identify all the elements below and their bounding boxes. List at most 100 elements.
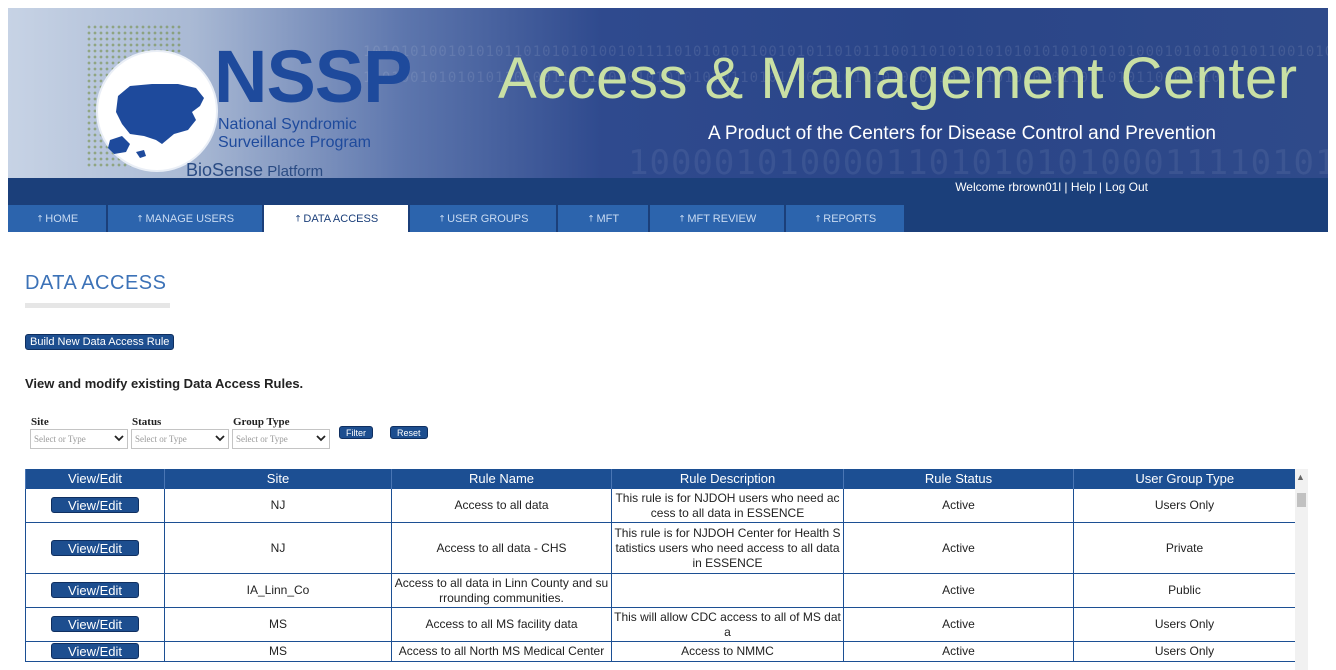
rule-status-cell: Active [843,573,1074,608]
arrow-icon: ↖ [811,211,825,225]
column-header: User Group Type [1073,469,1295,489]
group-type-select[interactable]: Select or Type [232,429,330,449]
site-subtitle: A Product of the Centers for Disease Con… [708,123,1216,144]
user-links: Welcome rbrown01l | Help | Log Out [955,180,1148,194]
view-edit-cell: View/Edit [25,573,165,608]
view-edit-button[interactable]: View/Edit [51,616,139,632]
view-edit-cell: View/Edit [25,641,165,662]
logout-link[interactable]: Log Out [1105,180,1148,194]
table-row: View/Edit NJ Access to all data This rul… [25,488,1295,523]
tab-mft-review[interactable]: ↖ MFT REVIEW [650,205,784,232]
tab-reports[interactable]: ↖ REPORTS [786,205,904,232]
rule-description-cell: Access to NMMC [611,641,844,662]
rule-description-cell: This will allow CDC access to all of MS … [611,607,844,642]
table-row: View/Edit NJ Access to all data - CHS Th… [25,522,1295,574]
tab-label: REPORTS [823,212,877,225]
view-edit-button[interactable]: View/Edit [51,582,139,598]
table-scrollbar[interactable]: ▲ [1295,469,1308,670]
site-filter-label: Site [31,416,49,428]
table-header-row: View/Edit Site Rule Name Rule Descriptio… [25,469,1295,489]
rule-description-cell: This rule is for NJDOH users who need ac… [611,488,844,523]
table-row: View/Edit IA_Linn_Co Access to all data … [25,573,1295,608]
rule-name-cell: Access to all North MS Medical Center [391,641,612,662]
group-type-cell: Users Only [1073,641,1295,662]
status-filter-label: Status [132,416,162,428]
view-edit-button[interactable]: View/Edit [51,539,139,556]
arrow-icon: ↖ [584,211,598,225]
tab-data-access[interactable]: ↖ DATA ACCESS [264,205,408,232]
rule-status-cell: Active [843,641,1074,662]
title-underline [25,303,170,308]
rule-description-cell: This rule is for NJDOH Center for Health… [611,522,844,574]
arrow-icon: ↖ [675,211,689,225]
column-header: Rule Name [391,469,612,489]
separator: | [1095,180,1106,194]
column-header: Rule Status [843,469,1074,489]
logo-subtitle: National Syndromic Surveillance Program [218,116,371,152]
rules-table-container[interactable]: View/Edit Site Rule Name Rule Descriptio… [25,469,1295,670]
column-header: Site [164,469,392,489]
tab-mft[interactable]: ↖ MFT [558,205,648,232]
group-type-cell: Users Only [1073,488,1295,523]
platform-name: BioSense [186,160,264,178]
arrow-icon: ↖ [33,211,47,225]
rule-description-cell [611,573,844,608]
view-edit-cell: View/Edit [25,607,165,642]
group-type-cell: Public [1073,573,1295,608]
chevron-down-icon [215,435,225,442]
site-cell: NJ [164,522,392,574]
page-title: DATA ACCESS [25,272,167,294]
site-title: Access & Management Center [498,46,1298,111]
tab-label: MANAGE USERS [145,212,235,225]
us-map-icon [108,84,204,158]
scrollbar-thumb[interactable] [1297,493,1306,507]
status-select[interactable]: Select or Type [131,429,229,449]
logo-subtitle-line1: National Syndromic [218,116,357,133]
site-cell: NJ [164,488,392,523]
main-nav: Welcome rbrown01l | Help | Log Out ↖ HOME… [8,178,1328,232]
view-edit-button[interactable]: View/Edit [51,643,139,659]
tab-label: MFT [596,212,620,225]
reset-button[interactable]: Reset [390,426,428,439]
welcome-text: Welcome rbrown01l [955,180,1062,194]
rule-name-cell: Access to all data in Linn County and su… [391,573,612,608]
rule-name-cell: Access to all MS facility data [391,607,612,642]
tab-home[interactable]: ↖ HOME [8,205,106,232]
view-edit-cell: View/Edit [25,488,165,523]
view-edit-button[interactable]: View/Edit [51,497,139,513]
scroll-up-icon[interactable]: ▲ [1296,472,1305,482]
rule-name-cell: Access to all data - CHS [391,522,612,574]
group-type-cell: Users Only [1073,607,1295,642]
binary-pattern: 1000010100001101010101000111101010 [628,143,1328,178]
group-type-select-placeholder: Select or Type [236,434,288,444]
logo-wordmark: NSSP [214,35,413,118]
arrow-icon: ↖ [435,211,448,225]
rule-name-cell: Access to all data [391,488,612,523]
filter-button[interactable]: Filter [339,426,373,439]
platform-label: BioSense Platform [186,160,323,178]
site-select[interactable]: Select or Type [30,429,128,449]
table-row: View/Edit MS Access to all MS facility d… [25,607,1295,642]
column-header: View/Edit [25,469,165,489]
group-type-filter-label: Group Type [233,416,290,428]
table-row: View/Edit MS Access to all North MS Medi… [25,641,1295,662]
section-heading: View and modify existing Data Access Rul… [25,376,304,391]
nssp-logo[interactable]: NSSP National Syndromic Surveillance Pro… [86,24,506,178]
view-edit-cell: View/Edit [25,522,165,574]
help-link[interactable]: Help [1071,180,1096,194]
tab-label: HOME [45,212,79,225]
rule-status-cell: Active [843,522,1074,574]
site-select-placeholder: Select or Type [34,434,86,444]
tab-user-groups[interactable]: ↖ USER GROUPS [410,205,556,232]
site-cell: MS [164,641,392,662]
build-new-rule-button[interactable]: Build New Data Access Rule [25,334,175,350]
platform-suffix: Platform [263,163,324,178]
tab-manage-users[interactable]: ↖ MANAGE USERS [108,205,262,232]
rules-table: View/Edit Site Rule Name Rule Descriptio… [25,469,1295,662]
rule-status-cell: Active [843,607,1074,642]
tab-label: MFT REVIEW [687,212,757,225]
group-type-cell: Private [1073,522,1295,574]
site-cell: IA_Linn_Co [164,573,392,608]
separator: | [1061,180,1071,194]
header-banner: 1010101001010101101010101001011110101010… [8,8,1328,178]
